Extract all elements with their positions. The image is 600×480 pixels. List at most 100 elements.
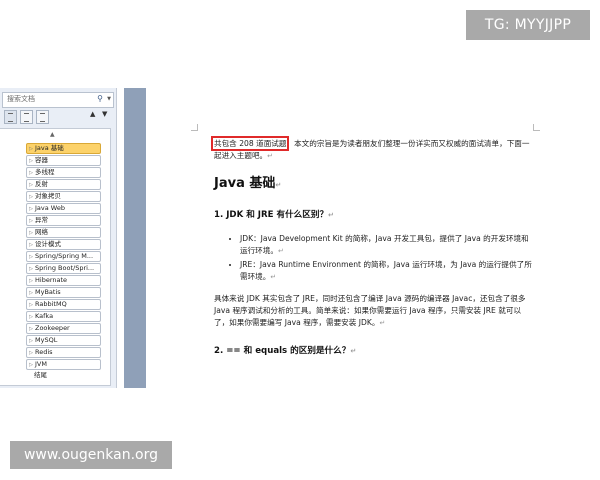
expand-arrow-icon[interactable]: ▷ xyxy=(27,313,35,321)
search-icon[interactable]: ⚲ xyxy=(97,94,103,103)
expand-arrow-icon[interactable]: ▷ xyxy=(27,181,35,189)
nav-heading-item[interactable]: ▷ MyBatis xyxy=(26,287,101,298)
body-paragraph-text: 具体来说 JDK 其实包含了 JRE，同时还包含了编译 Java 源码的编译器 … xyxy=(214,294,526,327)
nav-heading-item[interactable]: ▷ 网络 xyxy=(26,227,101,238)
paragraph-mark: ↵ xyxy=(267,152,274,160)
expand-arrow-icon[interactable]: ▷ xyxy=(27,205,35,213)
expand-arrow-icon[interactable]: ▷ xyxy=(27,361,35,369)
nav-heading-item[interactable]: ▷ 异常 xyxy=(26,215,101,226)
nav-heading-item[interactable]: ▷ RabbitMQ xyxy=(26,299,101,310)
pane-divider xyxy=(124,88,146,388)
nav-heading-label: JVM xyxy=(35,360,47,368)
question-2-text: 2. == 和 equals 的区别是什么？ xyxy=(214,346,351,356)
nav-heading-label: MyBatis xyxy=(35,288,61,296)
paragraph-mark: ↵ xyxy=(350,347,357,355)
page-corner-mark xyxy=(533,124,540,131)
expand-arrow-icon[interactable]: ▷ xyxy=(27,301,35,309)
nav-heading-label: 容器 xyxy=(35,156,48,164)
nav-heading-label: RabbitMQ xyxy=(35,300,67,308)
nav-heading-item[interactable]: ▷ MySQL xyxy=(26,335,101,346)
expand-arrow-icon[interactable]: ▷ xyxy=(27,349,35,357)
nav-heading-label: Kafka xyxy=(35,312,54,320)
nav-scroll-area xyxy=(117,88,124,388)
nav-heading-item[interactable]: ▷ Redis xyxy=(26,347,101,358)
nav-heading-label: Java 基础 xyxy=(35,144,64,152)
nav-heading-item[interactable]: ▷ 设计模式 xyxy=(26,239,101,250)
document-page: 共包含 208 道面试题，本文的宗旨是为读者朋友们整理一份详实而又权威的面试清单… xyxy=(146,88,546,388)
expand-arrow-icon[interactable]: ▷ xyxy=(27,169,35,177)
nav-heading-item[interactable]: ▷ Spring Boot/Spri... xyxy=(26,263,101,274)
list-item: JRE：Java Runtime Environment 的简称，Java 运行… xyxy=(240,259,536,283)
highlighted-question-count: 共包含 208 道面试题 xyxy=(210,136,290,151)
expand-arrow-icon[interactable]: ▷ xyxy=(27,253,35,261)
paragraph-mark: ↵ xyxy=(275,181,282,189)
headings-tab-icon[interactable] xyxy=(4,110,17,124)
watermark-top: TG: MYYJJPP xyxy=(466,10,590,40)
expand-arrow-icon[interactable]: ▷ xyxy=(27,325,35,333)
nav-heading-item[interactable]: ▷ Kafka xyxy=(26,311,101,322)
nav-heading-label: 异常 xyxy=(35,216,48,224)
expand-arrow-icon[interactable]: ▷ xyxy=(27,337,35,345)
nav-heading-item[interactable]: ▷ 对象拷贝 xyxy=(26,191,101,202)
nav-heading-label: 设计模式 xyxy=(35,240,61,248)
search-placeholder: 搜索文档 xyxy=(7,95,35,103)
expand-arrow-icon[interactable]: ▷ xyxy=(27,289,35,297)
search-dropdown-icon[interactable]: ▼ xyxy=(107,96,111,102)
nav-heading-item[interactable]: ▷ 反射 xyxy=(26,179,101,190)
list-item-text: JRE：Java Runtime Environment 的简称，Java 运行… xyxy=(240,260,532,281)
question-heading-1: 1. JDK 和 JRE 有什么区别？↵ xyxy=(214,209,536,221)
nav-heading-item[interactable]: ▷ 容器 xyxy=(26,155,101,166)
paragraph-mark: ↵ xyxy=(270,273,277,281)
nav-heading-label: Zookeeper xyxy=(35,324,70,332)
pages-tab-icon[interactable] xyxy=(20,110,33,124)
nav-heading-label: Java Web xyxy=(35,204,65,212)
paragraph-mark: ↵ xyxy=(379,319,386,327)
heading-list: ▲ ▷ Java 基础 ▷ 容器 ▷ 多线程 ▷ 反射 ▷ 对象拷贝 ▷ Java Web ▷ 异常 ▷ 网络… xyxy=(0,128,111,386)
nav-heading-item[interactable]: ▷ Java Web xyxy=(26,203,101,214)
document-body: 共包含 208 道面试题，本文的宗旨是为读者朋友们整理一份详实而又权威的面试清单… xyxy=(210,136,536,357)
results-tab-icon[interactable] xyxy=(36,110,49,124)
collapse-icon[interactable]: ▲ xyxy=(50,131,55,138)
watermark-bottom: www.ougenkan.org xyxy=(10,441,172,469)
nav-heading-label: Spring/Spring M... xyxy=(35,252,94,260)
nav-heading-item[interactable]: ▷ 多线程 xyxy=(26,167,101,178)
expand-arrow-icon[interactable]: ▷ xyxy=(27,265,35,273)
page-corner-mark xyxy=(191,124,198,131)
paragraph-mark: ↵ xyxy=(277,247,284,255)
body-paragraph: 具体来说 JDK 其实包含了 JRE，同时还包含了编译 Java 源码的编译器 … xyxy=(214,293,536,329)
definition-list: JDK：Java Development Kit 的简称，Java 开发工具包，… xyxy=(214,233,536,283)
list-item: JDK：Java Development Kit 的简称，Java 开发工具包，… xyxy=(240,233,536,257)
section-heading-text: Java 基础 xyxy=(214,176,276,191)
nav-heading-item[interactable]: ▷ Spring/Spring M... xyxy=(26,251,101,262)
next-heading-icon[interactable]: ▼ xyxy=(102,110,107,118)
nav-heading-label: 多线程 xyxy=(35,168,55,176)
nav-heading-label: Redis xyxy=(35,348,53,356)
section-heading: Java 基础↵ xyxy=(214,176,536,193)
nav-heading-label: MySQL xyxy=(35,336,58,344)
question-heading-2: 2. == 和 equals 的区别是什么？↵ xyxy=(214,345,536,357)
expand-arrow-icon[interactable]: ▷ xyxy=(27,229,35,237)
nav-heading-item[interactable]: ▷ Hibernate xyxy=(26,275,101,286)
nav-heading-label: 对象拷贝 xyxy=(35,192,61,200)
expand-arrow-icon[interactable]: ▷ xyxy=(27,193,35,201)
nav-heading-item[interactable]: ▷ JVM xyxy=(26,359,101,370)
navigation-pane: 搜索文档 ⚲ ▼ ▲ ▼ ▲ ▷ Java 基础 ▷ 容器 ▷ 多线程 ▷ 反射 ▷ 对象拷贝 ▷ J… xyxy=(0,88,117,388)
expand-arrow-icon[interactable]: ▷ xyxy=(27,277,35,285)
intro-paragraph: 共包含 208 道面试题，本文的宗旨是为读者朋友们整理一份详实而又权威的面试清单… xyxy=(210,136,536,162)
nav-heading-label: Hibernate xyxy=(35,276,68,284)
search-document-input[interactable]: 搜索文档 ⚲ ▼ xyxy=(2,92,114,108)
question-1-text: 1. JDK 和 JRE 有什么区别？ xyxy=(214,210,329,220)
nav-heading-item[interactable]: ▷ Zookeeper xyxy=(26,323,101,334)
expand-arrow-icon[interactable]: ▷ xyxy=(27,157,35,165)
previous-heading-icon[interactable]: ▲ xyxy=(90,110,95,118)
nav-heading-item[interactable]: 结尾 xyxy=(26,371,99,380)
expand-arrow-icon[interactable]: ▷ xyxy=(27,241,35,249)
nav-heading-item[interactable]: ▷ Java 基础 xyxy=(26,143,101,154)
paragraph-mark: ↵ xyxy=(328,211,334,219)
expand-arrow-icon[interactable]: ▷ xyxy=(27,145,35,153)
nav-heading-label: 反射 xyxy=(35,180,48,188)
nav-heading-label: Spring Boot/Spri... xyxy=(35,264,95,272)
nav-heading-label: 结尾 xyxy=(34,371,47,379)
expand-arrow-icon[interactable]: ▷ xyxy=(27,217,35,225)
nav-view-tabs: ▲ ▼ xyxy=(4,110,112,124)
